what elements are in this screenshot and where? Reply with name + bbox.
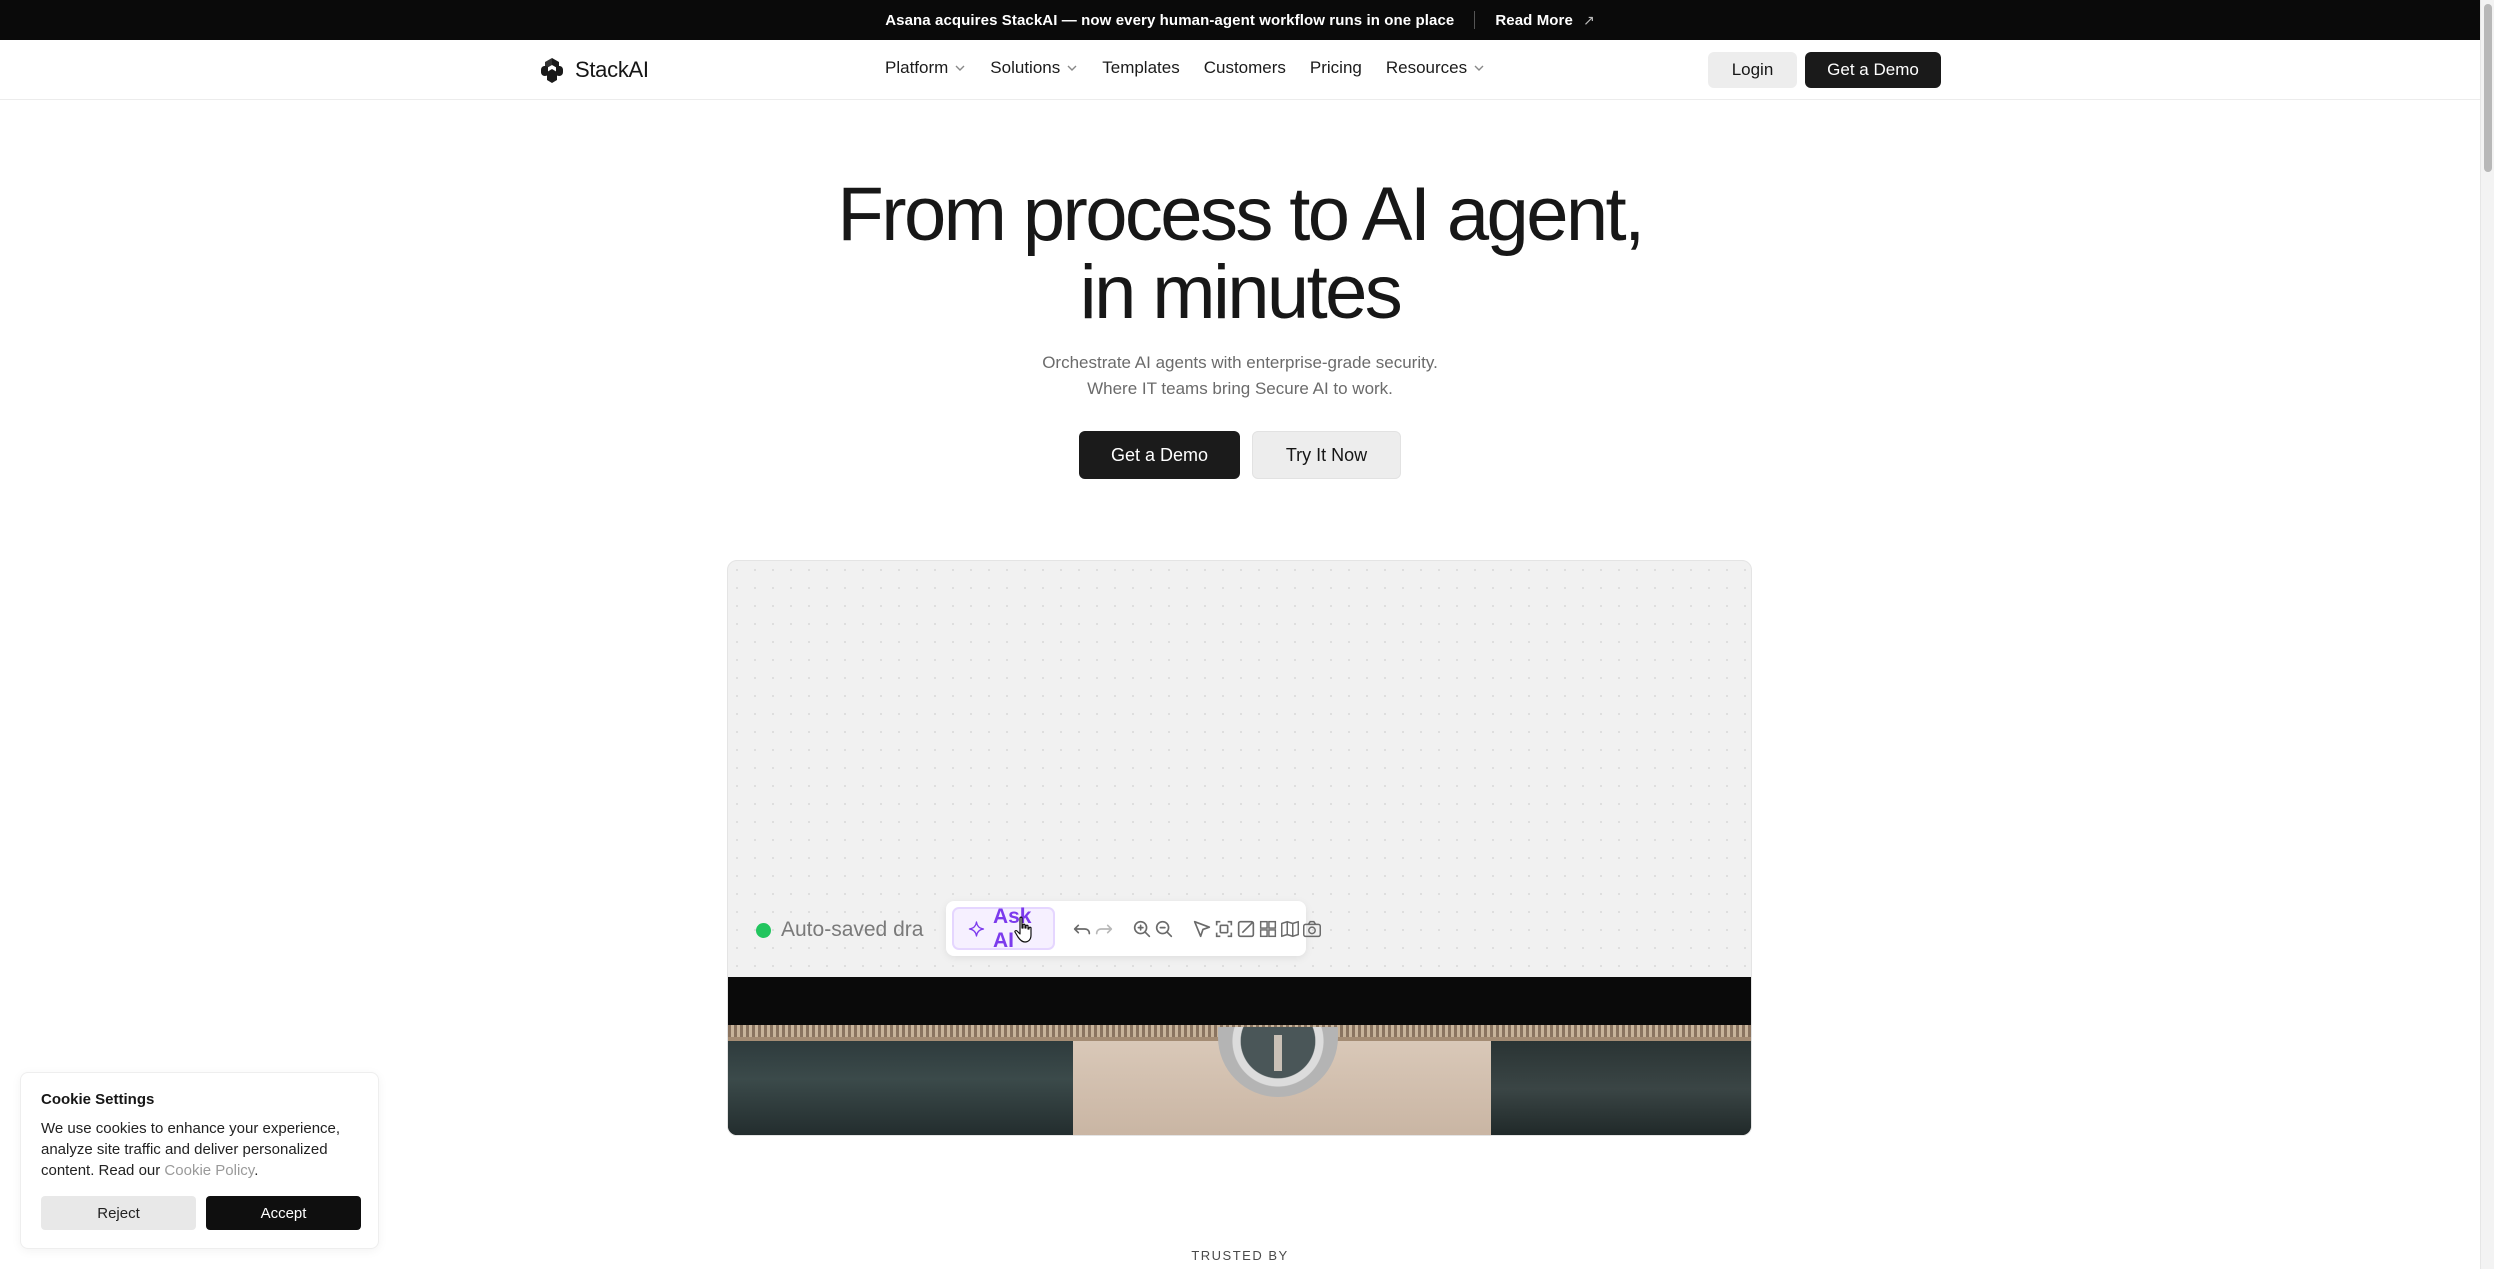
chevron-down-icon [1474, 65, 1484, 71]
cookie-suffix: . [254, 1162, 259, 1179]
nav-item-pricing[interactable]: Pricing [1310, 58, 1362, 78]
nav-label: Platform [885, 58, 949, 77]
chevron-down-icon [1067, 65, 1077, 71]
nav-item-resources[interactable]: Resources [1386, 58, 1485, 78]
zoom-in-icon[interactable] [1131, 908, 1153, 950]
cookie-policy-link[interactable]: Cookie Policy [164, 1162, 254, 1179]
hero-cta-group: Get a Demo Try It Now [1079, 431, 1401, 479]
nav-label: Solutions [990, 58, 1061, 77]
hero-subtitle-line-2: Where IT teams bring Secure AI to work. [1087, 379, 1393, 398]
photo-lamp-stem [1274, 1035, 1282, 1071]
announcement-divider [1474, 11, 1476, 29]
nav-item-platform[interactable]: Platform [885, 58, 966, 78]
top-nav: StackAI Platform Solutions Templates Cus… [0, 40, 2480, 100]
cookie-reject-button[interactable]: Reject [41, 1196, 196, 1230]
undo-icon[interactable] [1071, 908, 1093, 950]
nav-label: Resources [1385, 58, 1468, 77]
login-button[interactable]: Login [1708, 52, 1797, 88]
status-dot-icon [756, 922, 771, 938]
camera-icon[interactable] [1301, 908, 1323, 950]
hero-title-line-1: From process to AI agent, [837, 172, 1645, 257]
autosave-status: Auto-saved dra [756, 918, 923, 942]
photo-right-panel [1491, 1041, 1751, 1135]
logo[interactable]: StackAI [537, 56, 649, 84]
canvas-toolbar: Ask AI [946, 901, 1321, 956]
cookie-body: We use cookies to enhance your experienc… [41, 1118, 361, 1181]
main-menu: Platform Solutions Templates Customers P… [885, 58, 1485, 78]
cookie-title: Cookie Settings [41, 1091, 155, 1108]
cookie-banner: Cookie Settings We use cookies to enhanc… [20, 1072, 379, 1249]
product-preview: Auto-saved dra Ask AI [727, 560, 1752, 1136]
stackai-logo-icon [541, 58, 563, 83]
read-more-label: Read More [1495, 11, 1573, 29]
nav-label: Pricing [1309, 58, 1362, 77]
nav-label: Customers [1203, 58, 1286, 77]
chevron-down-icon [955, 65, 965, 71]
hero-subtitle-line-1: Orchestrate AI agents with enterprise-gr… [1042, 353, 1438, 372]
hero-get-demo-button[interactable]: Get a Demo [1079, 431, 1240, 479]
nav-get-demo-button[interactable]: Get a Demo [1805, 52, 1941, 88]
autosave-text: Auto-saved dra [781, 918, 924, 941]
nav-label: Templates [1102, 58, 1180, 77]
redo-icon[interactable] [1093, 908, 1115, 950]
pointer-icon[interactable] [1191, 908, 1213, 950]
map-icon[interactable] [1279, 908, 1301, 950]
hero-title-line-2: in minutes [1079, 250, 1403, 335]
hand-cursor-icon [1014, 916, 1032, 943]
canvas-area: Auto-saved dra Ask AI [728, 561, 1751, 977]
nav-item-templates[interactable]: Templates [1102, 58, 1179, 78]
hero-subtitle: Orchestrate AI agents with enterprise-gr… [0, 350, 2480, 402]
scrollbar-thumb[interactable] [2484, 4, 2492, 172]
sparkle-icon [968, 920, 985, 937]
hero-photo [728, 977, 1751, 1135]
nav-item-customers[interactable]: Customers [1204, 58, 1286, 78]
logo-text: StackAI [575, 57, 649, 82]
hero-title: From process to AI agent, in minutes [0, 176, 2480, 332]
nav-item-solutions[interactable]: Solutions [990, 58, 1078, 78]
photo-left-panel [728, 1041, 1073, 1135]
try-it-now-button[interactable]: Try It Now [1252, 431, 1401, 479]
layout-icon[interactable] [1257, 908, 1279, 950]
trusted-by-label: TRUSTED BY [1191, 1248, 1289, 1263]
cookie-accept-button[interactable]: Accept [206, 1196, 361, 1230]
zoom-out-icon[interactable] [1153, 908, 1175, 950]
fit-view-icon[interactable] [1213, 908, 1235, 950]
announcement-text: Asana acquires StackAI — now every human… [885, 11, 1455, 29]
announcement-bar: Asana acquires StackAI — now every human… [0, 0, 2480, 40]
edit-icon[interactable] [1235, 908, 1257, 950]
page-scrollbar[interactable] [2480, 0, 2494, 1269]
ask-ai-button[interactable]: Ask AI [952, 905, 1055, 952]
read-more-link[interactable]: Read More ↗ [1495, 12, 1594, 29]
arrow-up-right-icon: ↗ [1582, 11, 1595, 28]
